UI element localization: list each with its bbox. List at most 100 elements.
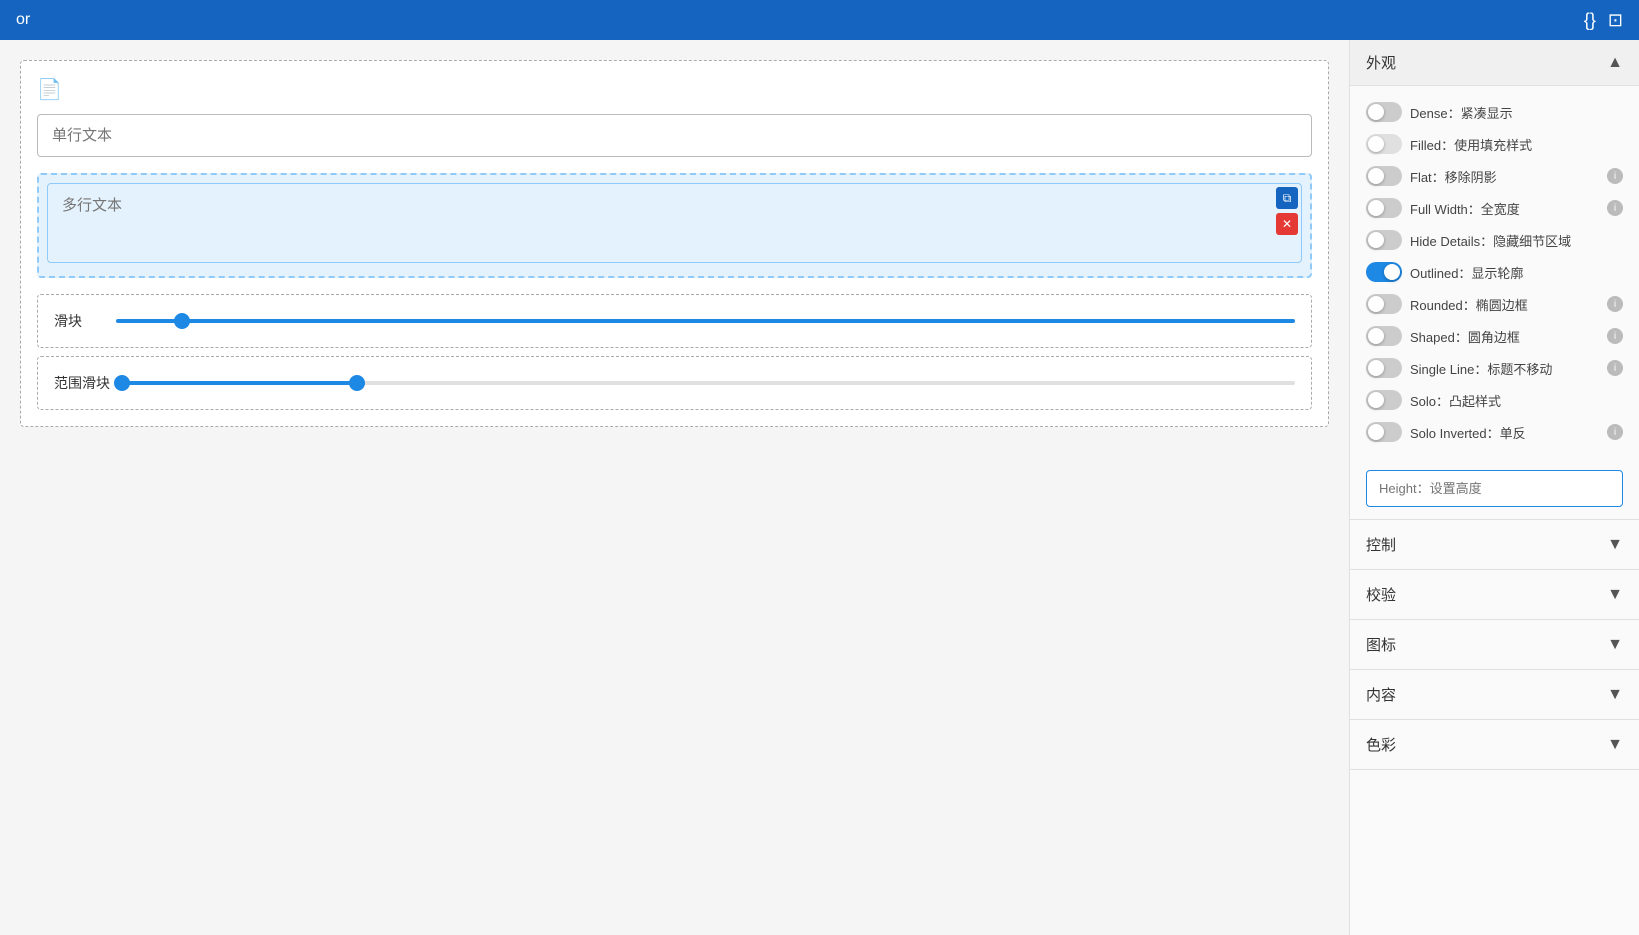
- toggle-switch-singleline[interactable]: [1366, 358, 1402, 378]
- section-header-icon[interactable]: 图标 ▼: [1350, 620, 1639, 670]
- range-section: 范围滑块: [37, 356, 1312, 410]
- toggle-row-dense: Dense：紧凑显示: [1366, 96, 1623, 128]
- toggle-left-solo: Solo：凸起样式: [1366, 390, 1501, 410]
- section-title-control: 控制: [1366, 534, 1396, 555]
- copy-button[interactable]: ⧉: [1276, 187, 1298, 209]
- toggle-left-singleline: Single Line：标题不移动: [1366, 358, 1552, 378]
- info-icon-shaped[interactable]: i: [1607, 328, 1623, 344]
- toggle-knob-dense: [1368, 104, 1384, 120]
- info-icon-singleline[interactable]: i: [1607, 360, 1623, 376]
- toggle-switch-shaped[interactable]: [1366, 326, 1402, 346]
- toggle-switch-outlined[interactable]: [1366, 262, 1402, 282]
- height-input[interactable]: [1366, 470, 1623, 507]
- toggle-label-rounded: Rounded：椭圆边框: [1410, 295, 1528, 314]
- slider-row: 滑块: [54, 311, 1295, 331]
- toggle-row-flat: Flat：移除阴影 i: [1366, 160, 1623, 192]
- toggle-label-outlined: Outlined：显示轮廓: [1410, 263, 1523, 282]
- code-icon[interactable]: {}: [1584, 10, 1596, 31]
- range-slider-row: 范围滑块: [54, 373, 1295, 393]
- info-icon-rounded[interactable]: i: [1607, 296, 1623, 312]
- toggle-row-fullwidth: Full Width：全宽度 i: [1366, 192, 1623, 224]
- toggle-label-hidedetails: Hide Details：隐藏细节区域: [1410, 231, 1571, 250]
- component-container: 📄 ⧉ ✕ 滑块: [20, 60, 1329, 427]
- toggle-label-filled: Filled：使用填充样式: [1410, 135, 1532, 154]
- toggle-row-outlined: Outlined：显示轮廓: [1366, 256, 1623, 288]
- range-slider-label: 范围滑块: [54, 373, 110, 393]
- section-header-content[interactable]: 内容▼: [1350, 670, 1639, 720]
- close-icon: ✕: [1276, 213, 1298, 235]
- left-panel: 📄 ⧉ ✕ 滑块: [0, 40, 1349, 935]
- toggle-row-singleline: Single Line：标题不移动 i: [1366, 352, 1623, 384]
- toggle-knob-soloinverted: [1368, 424, 1384, 440]
- info-icon-soloinverted[interactable]: i: [1607, 424, 1623, 440]
- right-panel: 外观 ▲ Dense：紧凑显示Filled：使用填充样式Flat：移除阴影iFu…: [1349, 40, 1639, 935]
- toggle-label-singleline: Single Line：标题不移动: [1410, 359, 1552, 378]
- single-line-section: [37, 114, 1312, 157]
- toggle-knob-shaped: [1368, 328, 1384, 344]
- range-thumb-left[interactable]: [114, 375, 130, 391]
- toggle-knob-solo: [1368, 392, 1384, 408]
- info-icon-fullwidth[interactable]: i: [1607, 200, 1623, 216]
- toggle-left-hidedetails: Hide Details：隐藏细节区域: [1366, 230, 1571, 250]
- multiline-action-icons: ⧉ ✕: [1276, 187, 1298, 235]
- toggle-row-hidedetails: Hide Details：隐藏细节区域: [1366, 224, 1623, 256]
- section-title-icon: 图标: [1366, 634, 1396, 655]
- toggle-row-solo: Solo：凸起样式: [1366, 384, 1623, 416]
- info-icon-flat[interactable]: i: [1607, 168, 1623, 184]
- toggle-left-outlined: Outlined：显示轮廓: [1366, 262, 1523, 282]
- slider-label: 滑块: [54, 311, 104, 331]
- chevron-icon-color: ▼: [1607, 736, 1623, 754]
- file-icon: 📄: [37, 79, 62, 101]
- toggle-left-filled: Filled：使用填充样式: [1366, 134, 1532, 154]
- toggle-switch-fullwidth[interactable]: [1366, 198, 1402, 218]
- toggle-left-rounded: Rounded：椭圆边框: [1366, 294, 1528, 314]
- toggle-label-solo: Solo：凸起样式: [1410, 391, 1501, 410]
- slider-input[interactable]: [116, 319, 1295, 323]
- section-header-control[interactable]: 控制 ▼: [1350, 520, 1639, 570]
- topbar-title: or: [16, 11, 30, 29]
- appearance-content: Dense：紧凑显示Filled：使用填充样式Flat：移除阴影iFull Wi…: [1350, 86, 1639, 458]
- toggle-left-dense: Dense：紧凑显示: [1366, 102, 1513, 122]
- toggle-switch-hidedetails[interactable]: [1366, 230, 1402, 250]
- chevron-icon-icon: ▼: [1607, 636, 1623, 654]
- toggle-label-shaped: Shaped：圆角边框: [1410, 327, 1520, 346]
- appearance-title: 外观: [1366, 52, 1396, 73]
- toggle-knob-outlined: [1384, 264, 1400, 280]
- chevron-icon-validate: ▼: [1607, 586, 1623, 604]
- appearance-chevron-icon: ▲: [1607, 54, 1623, 72]
- toggle-left-fullwidth: Full Width：全宽度: [1366, 198, 1520, 218]
- topbar-icons: {} ⊡: [1584, 10, 1623, 31]
- copy-icon: ⧉: [1276, 187, 1298, 209]
- multiline-section: ⧉ ✕: [37, 173, 1312, 278]
- toggle-switch-flat[interactable]: [1366, 166, 1402, 186]
- toggle-switch-solo[interactable]: [1366, 390, 1402, 410]
- toggle-switch-soloinverted[interactable]: [1366, 422, 1402, 442]
- multiline-textarea[interactable]: [47, 183, 1302, 263]
- toggle-knob-filled: [1368, 136, 1384, 152]
- toggle-label-fullwidth: Full Width：全宽度: [1410, 199, 1520, 218]
- topbar: or {} ⊡: [0, 0, 1639, 40]
- toggle-label-dense: Dense：紧凑显示: [1410, 103, 1513, 122]
- collapsed-sections: 控制▼校验▼图标▼内容▼色彩▼: [1350, 520, 1639, 770]
- toggle-knob-singleline: [1368, 360, 1384, 376]
- toggle-switch-filled: [1366, 134, 1402, 154]
- toggle-row-filled: Filled：使用填充样式: [1366, 128, 1623, 160]
- toggle-row-rounded: Rounded：椭圆边框 i: [1366, 288, 1623, 320]
- chevron-icon-control: ▼: [1607, 536, 1623, 554]
- appearance-section-header[interactable]: 外观 ▲: [1350, 40, 1639, 86]
- section-header-color[interactable]: 色彩▼: [1350, 720, 1639, 770]
- close-button[interactable]: ✕: [1276, 213, 1298, 235]
- toggle-knob-flat: [1368, 168, 1384, 184]
- toggle-label-flat: Flat：移除阴影: [1410, 167, 1497, 186]
- slider-section: 滑块: [37, 294, 1312, 348]
- single-line-input[interactable]: [37, 114, 1312, 157]
- toggle-switch-dense[interactable]: [1366, 102, 1402, 122]
- toggle-left-shaped: Shaped：圆角边框: [1366, 326, 1520, 346]
- toggle-switch-rounded[interactable]: [1366, 294, 1402, 314]
- range-thumb-right[interactable]: [349, 375, 365, 391]
- toggle-knob-fullwidth: [1368, 200, 1384, 216]
- section-header-validate[interactable]: 校验▼: [1350, 570, 1639, 620]
- toggle-label-soloinverted: Solo Inverted：单反: [1410, 423, 1526, 442]
- expand-icon[interactable]: ⊡: [1608, 10, 1623, 31]
- toggle-row-shaped: Shaped：圆角边框 i: [1366, 320, 1623, 352]
